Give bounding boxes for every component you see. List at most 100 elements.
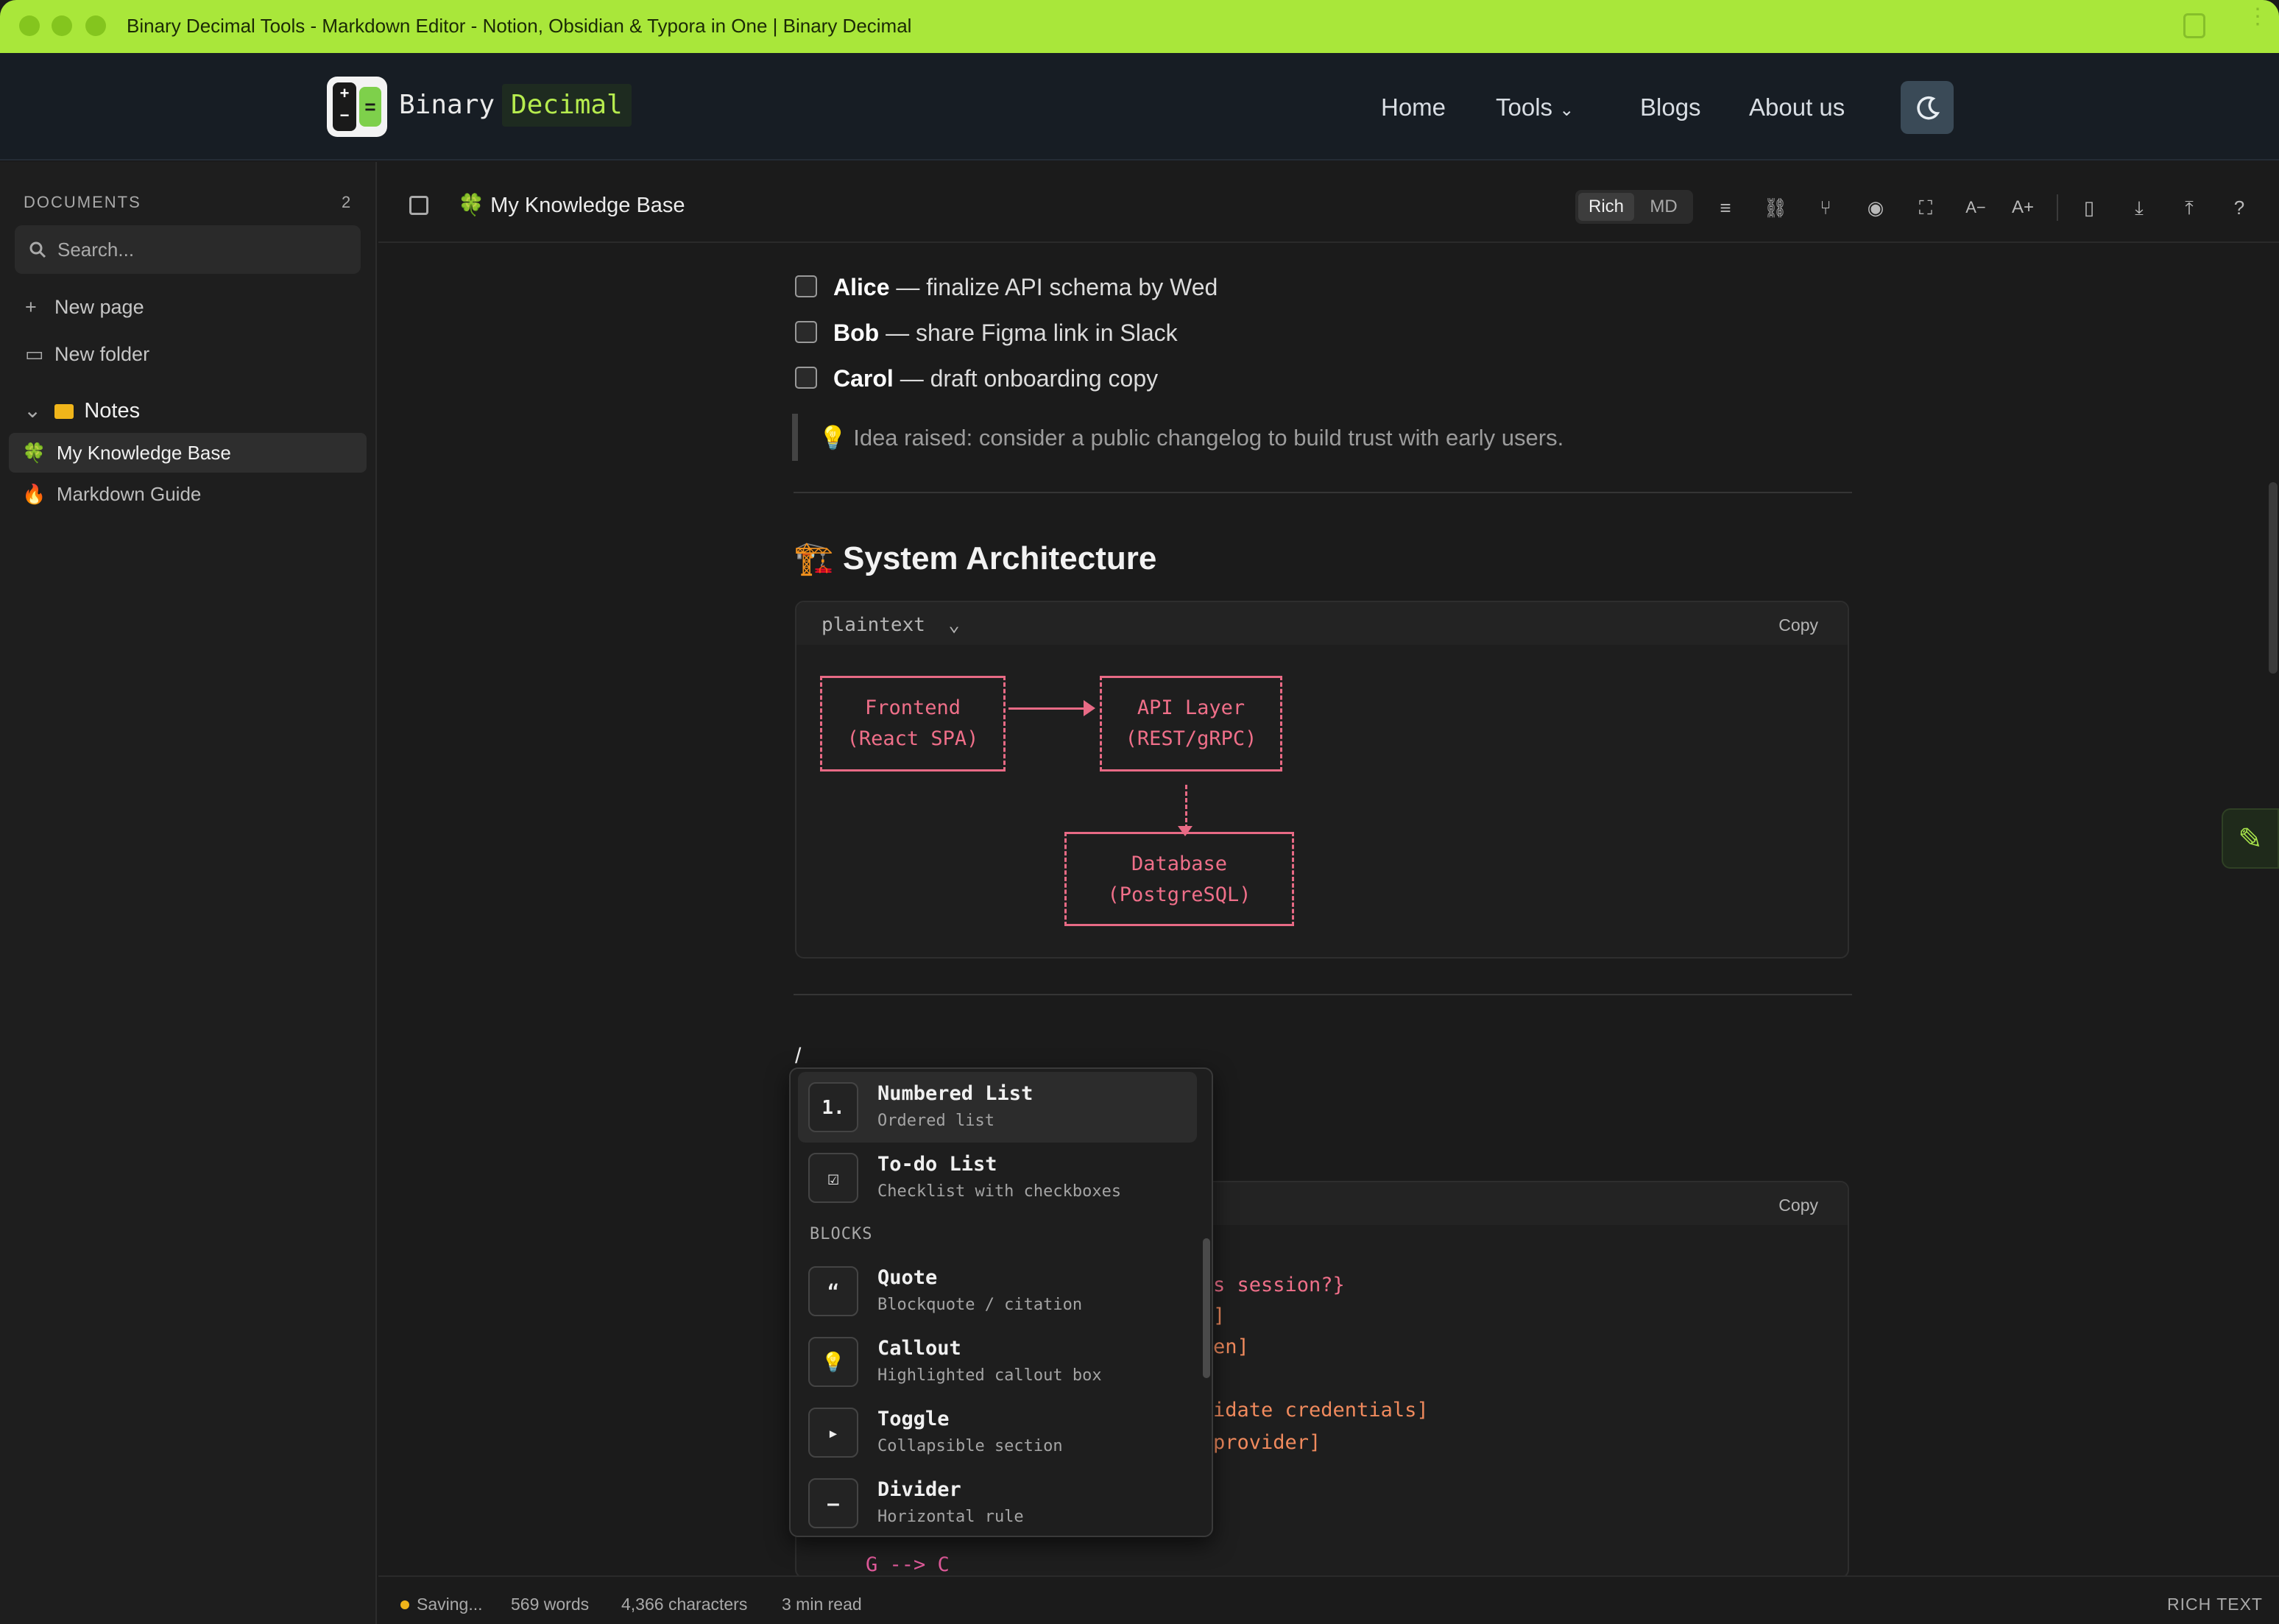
theme-toggle-button[interactable]: [1901, 81, 1954, 134]
slash-command-input[interactable]: /: [795, 1044, 801, 1069]
documents-heading: DOCUMENTS: [24, 193, 141, 211]
logo-calc-icon: + −: [333, 82, 356, 131]
todo-assignee: Alice: [833, 274, 890, 300]
help-icon[interactable]: ?: [2225, 193, 2254, 222]
link-icon[interactable]: ⛓: [1761, 193, 1790, 222]
diagram-box-frontend: Frontend (React SPA): [820, 676, 1006, 772]
edit-fab-button[interactable]: ✎: [2222, 808, 2279, 869]
code-line: G --> C: [866, 1553, 950, 1576]
fire-icon: 🔥: [22, 483, 46, 505]
doc-label: Markdown Guide: [56, 483, 202, 505]
nav-about[interactable]: About us: [1749, 93, 1845, 121]
clover-icon: 🍀: [458, 194, 485, 217]
fullscreen-icon[interactable]: ⛶: [1911, 193, 1940, 222]
editor-scrollbar[interactable]: [2269, 482, 2278, 674]
maximize-window-button[interactable]: [85, 15, 106, 36]
nav-home[interactable]: Home: [1381, 93, 1446, 121]
new-folder-label: New folder: [54, 343, 150, 365]
chevron-down-icon: ⌄: [948, 614, 960, 636]
menu-item-numbered-list[interactable]: 1. Numbered List Ordered list: [798, 1072, 1197, 1143]
folder-plus-icon: ▭: [25, 343, 44, 365]
menu-scrollbar[interactable]: [1203, 1238, 1210, 1378]
brand-highlight[interactable]: Decimal: [502, 84, 632, 127]
todo-checkbox[interactable]: [795, 321, 817, 343]
doc-title: My Knowledge Base: [490, 194, 685, 217]
menu-item-toggle[interactable]: ▸ Toggle Collapsible section: [798, 1397, 1197, 1468]
chevron-down-icon: ⌄: [24, 399, 42, 423]
language-select[interactable]: plaintext ⌄: [822, 614, 960, 636]
doc-my-knowledge-base[interactable]: 🍀 My Knowledge Base: [22, 442, 231, 465]
quote-icon: “: [808, 1266, 858, 1316]
mode-rich-button[interactable]: Rich: [1578, 193, 1634, 221]
menu-item-divider[interactable]: — Divider Horizontal rule: [798, 1468, 1197, 1536]
minimize-window-button[interactable]: [52, 15, 72, 36]
quote-bar: [792, 414, 798, 461]
quote-text: 💡 Idea raised: consider a public changel…: [819, 425, 1564, 451]
new-page-button[interactable]: + New page: [25, 296, 144, 319]
close-window-button[interactable]: [19, 15, 40, 36]
checkbox-icon: ☑: [808, 1153, 858, 1203]
code-block-architecture: plaintext ⌄ Copy: [795, 601, 1849, 958]
moon-icon: [1917, 96, 1940, 120]
todo-checkbox[interactable]: [795, 275, 817, 297]
chevron-down-icon: ⌄: [1559, 100, 1575, 120]
divider: [794, 492, 1852, 493]
plus-icon: +: [25, 296, 37, 318]
window-titlebar: Binary Decimal Tools - Markdown Editor -…: [0, 0, 2279, 53]
new-page-label: New page: [54, 296, 144, 318]
diagram-box-database: Database (PostgreSQL): [1064, 832, 1294, 926]
extension-icon[interactable]: [2183, 13, 2205, 38]
graph-icon[interactable]: ⑂: [1811, 193, 1840, 222]
box-line: (PostgreSQL): [1107, 883, 1251, 906]
doc-markdown-guide[interactable]: 🔥 Markdown Guide: [22, 483, 201, 506]
menu-item-todo-list[interactable]: ☑ To-do List Checklist with checkboxes: [798, 1143, 1197, 1213]
menu-item-quote[interactable]: “ Quote Blockquote / citation: [798, 1256, 1197, 1327]
documents-count: 2: [342, 193, 351, 211]
saving-status: Saving...: [417, 1595, 483, 1614]
menu-item-subtitle: Highlighted callout box: [877, 1366, 1102, 1385]
toggle-triangle-icon: ▸: [808, 1408, 858, 1458]
search-icon: [29, 241, 46, 258]
copy-button[interactable]: Copy: [1778, 615, 1818, 635]
folder-notes[interactable]: ⌄ Notes: [24, 398, 140, 423]
mode-md-button[interactable]: MD: [1637, 193, 1690, 221]
document-icon[interactable]: ▯: [2074, 193, 2104, 222]
brand-name[interactable]: Binary: [399, 90, 495, 120]
arrow-right: [1008, 707, 1089, 710]
menu-section-label: BLOCKS: [810, 1225, 873, 1243]
search-placeholder: Search...: [57, 239, 135, 261]
box-line: (React SPA): [847, 727, 979, 750]
nav-tools[interactable]: Tools ⌄: [1496, 93, 1574, 121]
search-input[interactable]: Search...: [15, 225, 361, 274]
copy-button[interactable]: Copy: [1778, 1196, 1818, 1215]
more-menu-icon[interactable]: ⋮: [2247, 6, 2269, 38]
code-line: idate credentials]: [1213, 1399, 1429, 1422]
font-smaller-button[interactable]: A−: [1961, 193, 1990, 222]
menu-item-callout[interactable]: 💡 Callout Highlighted callout box: [798, 1327, 1197, 1397]
word-count: 569 words: [511, 1595, 590, 1614]
code-line: en]: [1213, 1335, 1249, 1358]
font-larger-button[interactable]: A+: [2008, 193, 2038, 222]
breadcrumb: 🍀 My Knowledge Base: [458, 193, 685, 218]
box-line: API Layer: [1137, 696, 1246, 719]
todo-checkbox[interactable]: [795, 367, 817, 389]
todo-assignee: Bob: [833, 319, 880, 346]
divider-icon: —: [808, 1478, 858, 1528]
new-folder-button[interactable]: ▭ New folder: [25, 343, 149, 366]
code-line: provider]: [1213, 1431, 1321, 1454]
menu-item-subtitle: Ordered list: [877, 1112, 994, 1130]
upload-icon[interactable]: ⤒: [2174, 193, 2204, 222]
sidebar: [0, 162, 377, 1624]
menu-item-subtitle: Checklist with checkboxes: [877, 1182, 1122, 1201]
preview-eye-icon[interactable]: ◉: [1861, 193, 1890, 222]
nav-blogs[interactable]: Blogs: [1640, 93, 1701, 121]
logo-equals-icon: =: [359, 87, 381, 127]
align-icon[interactable]: ≡: [1711, 193, 1740, 222]
todo-text: — draft onboarding copy: [893, 365, 1159, 392]
todo-item: Bob — share Figma link in Slack: [833, 319, 1178, 347]
sidebar-toggle-icon[interactable]: [409, 196, 428, 215]
todo-text: — share Figma link in Slack: [879, 319, 1178, 346]
download-icon[interactable]: ⤓: [2124, 193, 2154, 222]
lightbulb-icon: 💡: [808, 1337, 858, 1387]
logo[interactable]: + − =: [327, 77, 387, 137]
